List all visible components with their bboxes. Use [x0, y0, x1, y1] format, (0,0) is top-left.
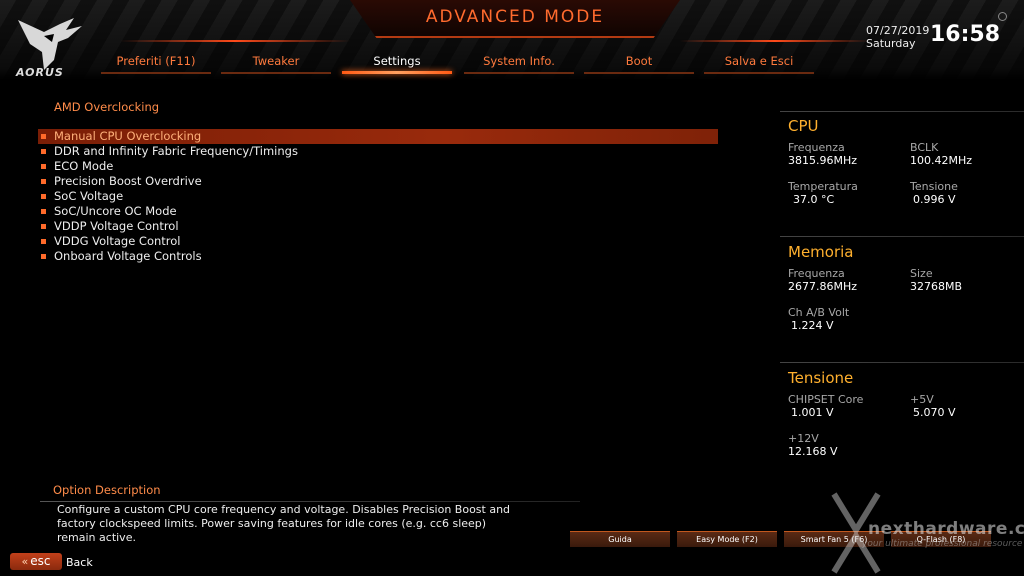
- bullet-icon: [41, 134, 46, 139]
- tab-label: Preferiti (F11): [116, 54, 196, 68]
- tab-underline: [342, 71, 452, 74]
- menu-item-ddr-infinity-fabric[interactable]: DDR and Infinity Fabric Frequency/Timing…: [38, 144, 718, 159]
- easy-mode-button[interactable]: Easy Mode (F2): [677, 531, 777, 547]
- tab-salva-e-esci[interactable]: Salva e Esci: [704, 52, 814, 74]
- tab-underline: [101, 72, 211, 74]
- page-title: ADVANCED MODE: [425, 7, 605, 27]
- menu-item-label: Precision Boost Overdrive: [54, 174, 202, 188]
- settings-menu: Manual CPU Overclocking DDR and Infinity…: [38, 129, 718, 264]
- memory-heading: Memoria: [788, 243, 854, 261]
- v5-value: 5.070 V: [913, 406, 956, 419]
- time-display: 16:58: [930, 22, 1001, 47]
- back-label: Back: [66, 556, 93, 569]
- menu-item-soc-uncore-oc-mode[interactable]: SoC/Uncore OC Mode: [38, 204, 718, 219]
- menu-item-label: Manual CPU Overclocking: [54, 129, 202, 143]
- header-accent-line: [680, 40, 870, 42]
- section-title: AMD Overclocking: [54, 100, 160, 114]
- description-text: Configure a custom CPU core frequency an…: [57, 503, 511, 544]
- esc-label: esc: [30, 554, 51, 568]
- watermark-subtitle: your ultimate professional resource: [862, 539, 1023, 549]
- tab-system-info[interactable]: System Info.: [464, 52, 574, 74]
- menu-item-label: SoC Voltage: [54, 189, 124, 203]
- memory-size-label: Size: [910, 267, 933, 280]
- power-icon[interactable]: [998, 12, 1007, 21]
- memory-volt-value: 1.224 V: [791, 319, 834, 332]
- tab-label: Settings: [373, 54, 421, 68]
- menu-item-vddg-voltage-control[interactable]: VDDG Voltage Control: [38, 234, 718, 249]
- menu-item-soc-voltage[interactable]: SoC Voltage: [38, 189, 718, 204]
- tab-label: Tweaker: [252, 54, 300, 68]
- bclk-label: BCLK: [910, 141, 939, 154]
- memory-size-value: 32768MB: [910, 280, 963, 293]
- bullet-icon: [41, 164, 46, 169]
- menu-item-manual-cpu-overclocking[interactable]: Manual CPU Overclocking: [38, 129, 718, 144]
- tab-boot[interactable]: Boot: [584, 52, 694, 74]
- description-title: Option Description: [53, 483, 161, 497]
- cpu-voltage-label: Tensione: [910, 180, 958, 193]
- date-display: 07/27/2019: [866, 24, 930, 37]
- menu-item-onboard-voltage-controls[interactable]: Onboard Voltage Controls: [38, 249, 718, 264]
- menu-item-vddp-voltage-control[interactable]: VDDP Voltage Control: [38, 219, 718, 234]
- panel-divider: [780, 111, 1024, 112]
- v12-value: 12.168 V: [788, 445, 838, 458]
- panel-divider: [780, 362, 1024, 363]
- tab-tweaker[interactable]: Tweaker: [221, 52, 331, 74]
- tab-underline: [221, 72, 331, 74]
- help-button[interactable]: Guida: [570, 531, 670, 547]
- bullet-icon: [41, 209, 46, 214]
- logo-text: AORUS: [16, 66, 64, 79]
- bullet-icon: [41, 224, 46, 229]
- memory-volt-label: Ch A/B Volt: [788, 306, 850, 319]
- tab-label: System Info.: [483, 54, 555, 68]
- watermark-text: nexthardware.com: [868, 519, 1024, 539]
- header-accent-line: [120, 40, 350, 42]
- tab-preferiti[interactable]: Preferiti (F11): [101, 52, 211, 74]
- v12-label: +12V: [788, 432, 819, 445]
- bclk-value: 100.42MHz: [910, 154, 973, 167]
- menu-item-eco-mode[interactable]: ECO Mode: [38, 159, 718, 174]
- tab-underline: [704, 72, 814, 74]
- bullet-icon: [41, 179, 46, 184]
- bullet-icon: [41, 194, 46, 199]
- tab-label: Salva e Esci: [724, 54, 794, 68]
- tab-settings[interactable]: Settings: [342, 52, 452, 74]
- tab-label: Boot: [625, 54, 653, 68]
- esc-button[interactable]: «esc: [10, 553, 62, 570]
- voltage-heading: Tensione: [788, 369, 854, 387]
- tab-underline: [584, 72, 694, 74]
- memory-frequency-value: 2677.86MHz: [788, 280, 858, 293]
- menu-item-label: VDDG Voltage Control: [54, 234, 181, 248]
- cpu-heading: CPU: [788, 117, 819, 135]
- description-divider: [40, 501, 580, 502]
- bullet-icon: [41, 254, 46, 259]
- v5-label: +5V: [910, 393, 934, 406]
- menu-item-label: Onboard Voltage Controls: [54, 249, 202, 263]
- bullet-icon: [41, 239, 46, 244]
- menu-item-precision-boost-overdrive[interactable]: Precision Boost Overdrive: [38, 174, 718, 189]
- cpu-voltage-value: 0.996 V: [913, 193, 956, 206]
- double-chevron-left-icon: «: [21, 555, 29, 568]
- menu-item-label: ECO Mode: [54, 159, 114, 173]
- cpu-temperature-label: Temperatura: [788, 180, 858, 193]
- menu-item-label: VDDP Voltage Control: [54, 219, 179, 233]
- chipset-core-label: CHIPSET Core: [788, 393, 864, 406]
- memory-frequency-label: Frequenza: [788, 267, 845, 280]
- tab-underline: [464, 72, 574, 74]
- cpu-frequency-value: 3815.96MHz: [788, 154, 858, 167]
- menu-item-label: SoC/Uncore OC Mode: [54, 204, 177, 218]
- bullet-icon: [41, 149, 46, 154]
- cpu-frequency-label: Frequenza: [788, 141, 845, 154]
- day-display: Saturday: [866, 37, 916, 50]
- panel-divider: [780, 236, 1024, 237]
- menu-item-label: DDR and Infinity Fabric Frequency/Timing…: [54, 144, 298, 158]
- cpu-temperature-value: 37.0 °C: [793, 193, 835, 206]
- chipset-core-value: 1.001 V: [791, 406, 834, 419]
